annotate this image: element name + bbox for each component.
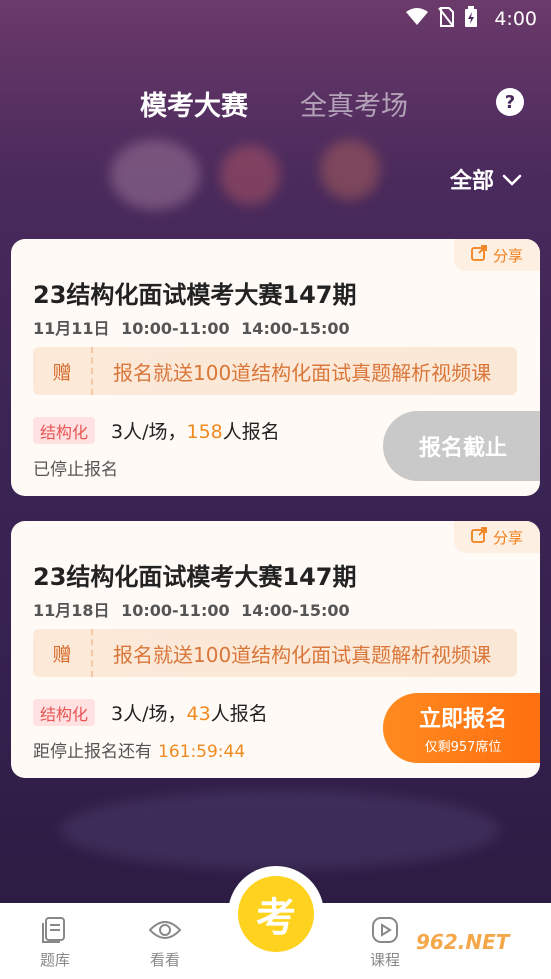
card-title: 23结构化面试模考大赛147期 xyxy=(33,563,357,591)
signup-button-label: 立即报名 xyxy=(418,707,507,732)
signup-meta: 3人/场，43人报名 xyxy=(111,699,268,726)
gift-banner: 赠 报名就送100道结构化面试真题解析视频课 xyxy=(33,629,517,677)
signup-count: 43 xyxy=(186,703,211,725)
chevron-down-icon xyxy=(502,167,522,192)
filter-label: 全部 xyxy=(450,169,495,194)
gift-tag: 赠 xyxy=(33,629,93,677)
share-icon xyxy=(471,245,487,265)
background-decoration xyxy=(60,790,500,870)
nav-label: 题库 xyxy=(39,951,70,969)
header: 模考大赛 全真考场 ? xyxy=(0,80,551,124)
help-icon[interactable]: ? xyxy=(496,88,524,116)
share-button[interactable]: 分享 xyxy=(454,521,540,553)
gift-banner: 赠 报名就送100道结构化面试真题解析视频课 xyxy=(33,347,517,395)
clock: 4:00 xyxy=(494,8,537,30)
gift-text: 报名就送100道结构化面试真题解析视频课 xyxy=(113,642,492,667)
wifi-icon xyxy=(406,7,429,31)
nav-label: 看看 xyxy=(149,951,180,969)
no-sim-icon xyxy=(438,6,455,32)
nav-label: 课程 xyxy=(369,951,400,969)
nav-item-question-bank[interactable]: 题库 xyxy=(15,913,95,970)
status-bar: 4:00 xyxy=(0,0,551,38)
nav-item-course[interactable]: 课程 xyxy=(345,913,425,970)
signup-status: 距停止报名还有 161:59:44 xyxy=(33,737,245,762)
signup-meta: 3人/场，158人报名 xyxy=(111,417,280,444)
nav-item-watch[interactable]: 看看 xyxy=(125,913,205,970)
exam-center-button[interactable]: 考 xyxy=(228,866,324,962)
background-decoration xyxy=(320,140,380,200)
filter-dropdown[interactable]: 全部 xyxy=(450,163,522,195)
seats-remaining: 仅剩957席位 xyxy=(424,740,502,755)
tab-real-exam[interactable]: 全真考场 xyxy=(300,84,408,123)
contest-card[interactable]: 分享 23结构化面试模考大赛147期 11月18日 10:00-11:00 14… xyxy=(11,521,540,778)
share-button[interactable]: 分享 xyxy=(454,239,540,271)
card-title: 23结构化面试模考大赛147期 xyxy=(33,281,357,309)
background-decoration xyxy=(110,140,200,210)
gift-tag: 赠 xyxy=(33,347,93,395)
share-label: 分享 xyxy=(492,528,523,547)
document-icon xyxy=(37,913,73,947)
signup-button[interactable]: 立即报名 仅剩957席位 xyxy=(383,693,540,763)
tab-mock-contest[interactable]: 模考大赛 xyxy=(140,84,248,123)
share-icon xyxy=(471,527,487,547)
share-label: 分享 xyxy=(492,246,523,265)
category-badge: 结构化 xyxy=(33,699,96,726)
signup-closed-button[interactable]: 报名截止 xyxy=(383,411,540,481)
card-time: 11月11日 10:00-11:00 14:00-15:00 xyxy=(33,319,350,338)
watermark-logo: 962.NET xyxy=(416,930,510,954)
signup-suffix: 人报名 xyxy=(222,421,280,443)
background-decoration xyxy=(220,145,280,205)
play-icon xyxy=(367,913,403,947)
eye-icon xyxy=(147,913,183,947)
card-time: 11月18日 10:00-11:00 14:00-15:00 xyxy=(33,601,350,620)
battery-charging-icon xyxy=(464,5,478,33)
exam-center-label: 考 xyxy=(238,876,314,952)
per-session: 3人/场， xyxy=(111,421,187,443)
contest-card[interactable]: 分享 23结构化面试模考大赛147期 11月11日 10:00-11:00 14… xyxy=(11,239,540,496)
category-badge: 结构化 xyxy=(33,417,96,444)
gift-text: 报名就送100道结构化面试真题解析视频课 xyxy=(113,360,492,385)
signup-count: 158 xyxy=(186,421,223,443)
per-session: 3人/场， xyxy=(111,703,187,725)
status-label: 距停止报名还有 xyxy=(33,742,152,762)
signup-status: 已停止报名 xyxy=(33,460,118,480)
countdown-timer: 161:59:44 xyxy=(158,742,246,762)
signup-suffix: 人报名 xyxy=(210,703,268,725)
